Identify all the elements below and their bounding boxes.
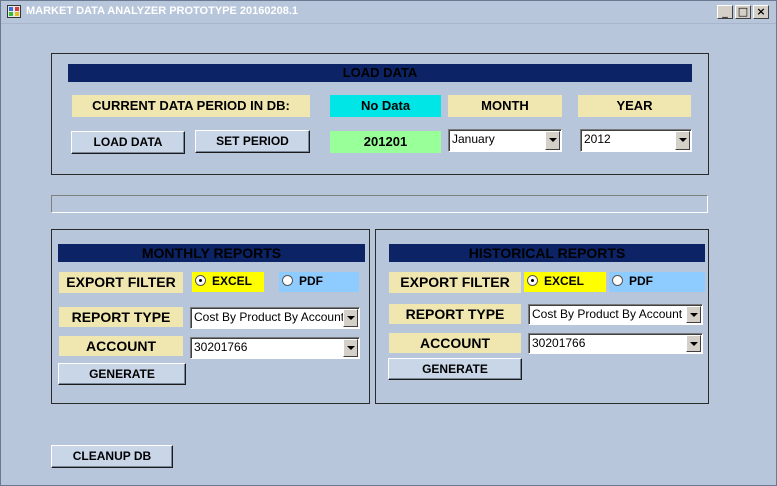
monthly-report-type-select[interactable]: Cost By Product By Account — [190, 307, 360, 329]
historical-account-select[interactable]: 30201766 — [528, 333, 703, 354]
historical-report-type-value: Cost By Product By Account — [532, 307, 683, 321]
historical-excel-radio[interactable]: EXCEL — [524, 272, 606, 292]
historical-pdf-radio[interactable]: PDF — [609, 272, 705, 292]
historical-report-type-label: REPORT TYPE — [389, 304, 521, 324]
month-select-value: January — [452, 132, 495, 146]
monthly-export-filter-label: EXPORT FILTER — [59, 272, 183, 293]
radio-unselected-icon — [282, 275, 293, 286]
progress-bar — [51, 195, 708, 213]
chevron-down-icon[interactable] — [343, 339, 358, 357]
monthly-pdf-label: PDF — [299, 274, 323, 288]
historical-excel-label: EXCEL — [544, 274, 585, 288]
monthly-account-value: 30201766 — [194, 340, 248, 354]
chevron-down-icon[interactable] — [545, 131, 560, 150]
monthly-report-type-label: REPORT TYPE — [59, 307, 183, 327]
title-bar[interactable]: MARKET DATA ANALYZER PROTOTYPE 20160208.… — [1, 1, 776, 24]
app-icon — [7, 5, 21, 18]
year-select[interactable]: 2012 — [580, 129, 692, 152]
load-data-button[interactable]: LOAD DATA — [71, 131, 185, 154]
chevron-down-icon[interactable] — [675, 131, 690, 150]
monthly-account-select[interactable]: 30201766 — [190, 337, 360, 359]
chevron-down-icon[interactable] — [343, 309, 358, 327]
radio-selected-icon — [195, 275, 206, 286]
current-period-value: No Data — [330, 95, 441, 117]
monthly-account-label: ACCOUNT — [59, 336, 183, 356]
chevron-down-icon[interactable] — [686, 335, 701, 352]
historical-reports-group: HISTORICAL REPORTS EXPORT FILTER EXCEL P… — [375, 229, 709, 404]
year-label: YEAR — [578, 95, 691, 117]
radio-selected-icon — [527, 275, 538, 286]
historical-account-label: ACCOUNT — [389, 333, 521, 353]
monthly-excel-label: EXCEL — [212, 274, 253, 288]
monthly-reports-group: MONTHLY REPORTS EXPORT FILTER EXCEL PDF … — [51, 229, 370, 404]
load-data-group: LOAD DATA CURRENT DATA PERIOD IN DB: No … — [51, 53, 709, 175]
maximize-button[interactable]: □ — [735, 5, 751, 19]
historical-account-value: 30201766 — [532, 336, 586, 350]
historical-pdf-label: PDF — [629, 274, 653, 288]
minimize-button[interactable]: _ — [717, 5, 733, 19]
historical-reports-header: HISTORICAL REPORTS — [389, 244, 705, 262]
historical-report-type-select[interactable]: Cost By Product By Account — [528, 304, 703, 325]
cleanup-db-button[interactable]: CLEANUP DB — [51, 445, 173, 468]
month-label: MONTH — [448, 95, 562, 117]
radio-unselected-icon — [612, 275, 623, 286]
window-title: MARKET DATA ANALYZER PROTOTYPE 20160208.… — [26, 5, 299, 17]
historical-generate-button[interactable]: GENERATE — [388, 358, 522, 380]
monthly-reports-header: MONTHLY REPORTS — [58, 244, 365, 262]
close-button[interactable]: × — [753, 5, 769, 19]
load-data-header: LOAD DATA — [68, 64, 692, 82]
selected-period-value: 201201 — [330, 131, 441, 153]
year-select-value: 2012 — [584, 132, 611, 146]
chevron-down-icon[interactable] — [686, 306, 701, 323]
current-period-label: CURRENT DATA PERIOD IN DB: — [72, 95, 310, 117]
monthly-generate-button[interactable]: GENERATE — [58, 363, 186, 385]
monthly-report-type-value: Cost By Product By Account — [194, 310, 345, 324]
monthly-pdf-radio[interactable]: PDF — [279, 272, 359, 292]
monthly-excel-radio[interactable]: EXCEL — [192, 272, 264, 292]
main-window: MARKET DATA ANALYZER PROTOTYPE 20160208.… — [0, 0, 777, 486]
set-period-button[interactable]: SET PERIOD — [195, 130, 310, 153]
month-select[interactable]: January — [448, 129, 562, 152]
historical-export-filter-label: EXPORT FILTER — [389, 272, 521, 293]
